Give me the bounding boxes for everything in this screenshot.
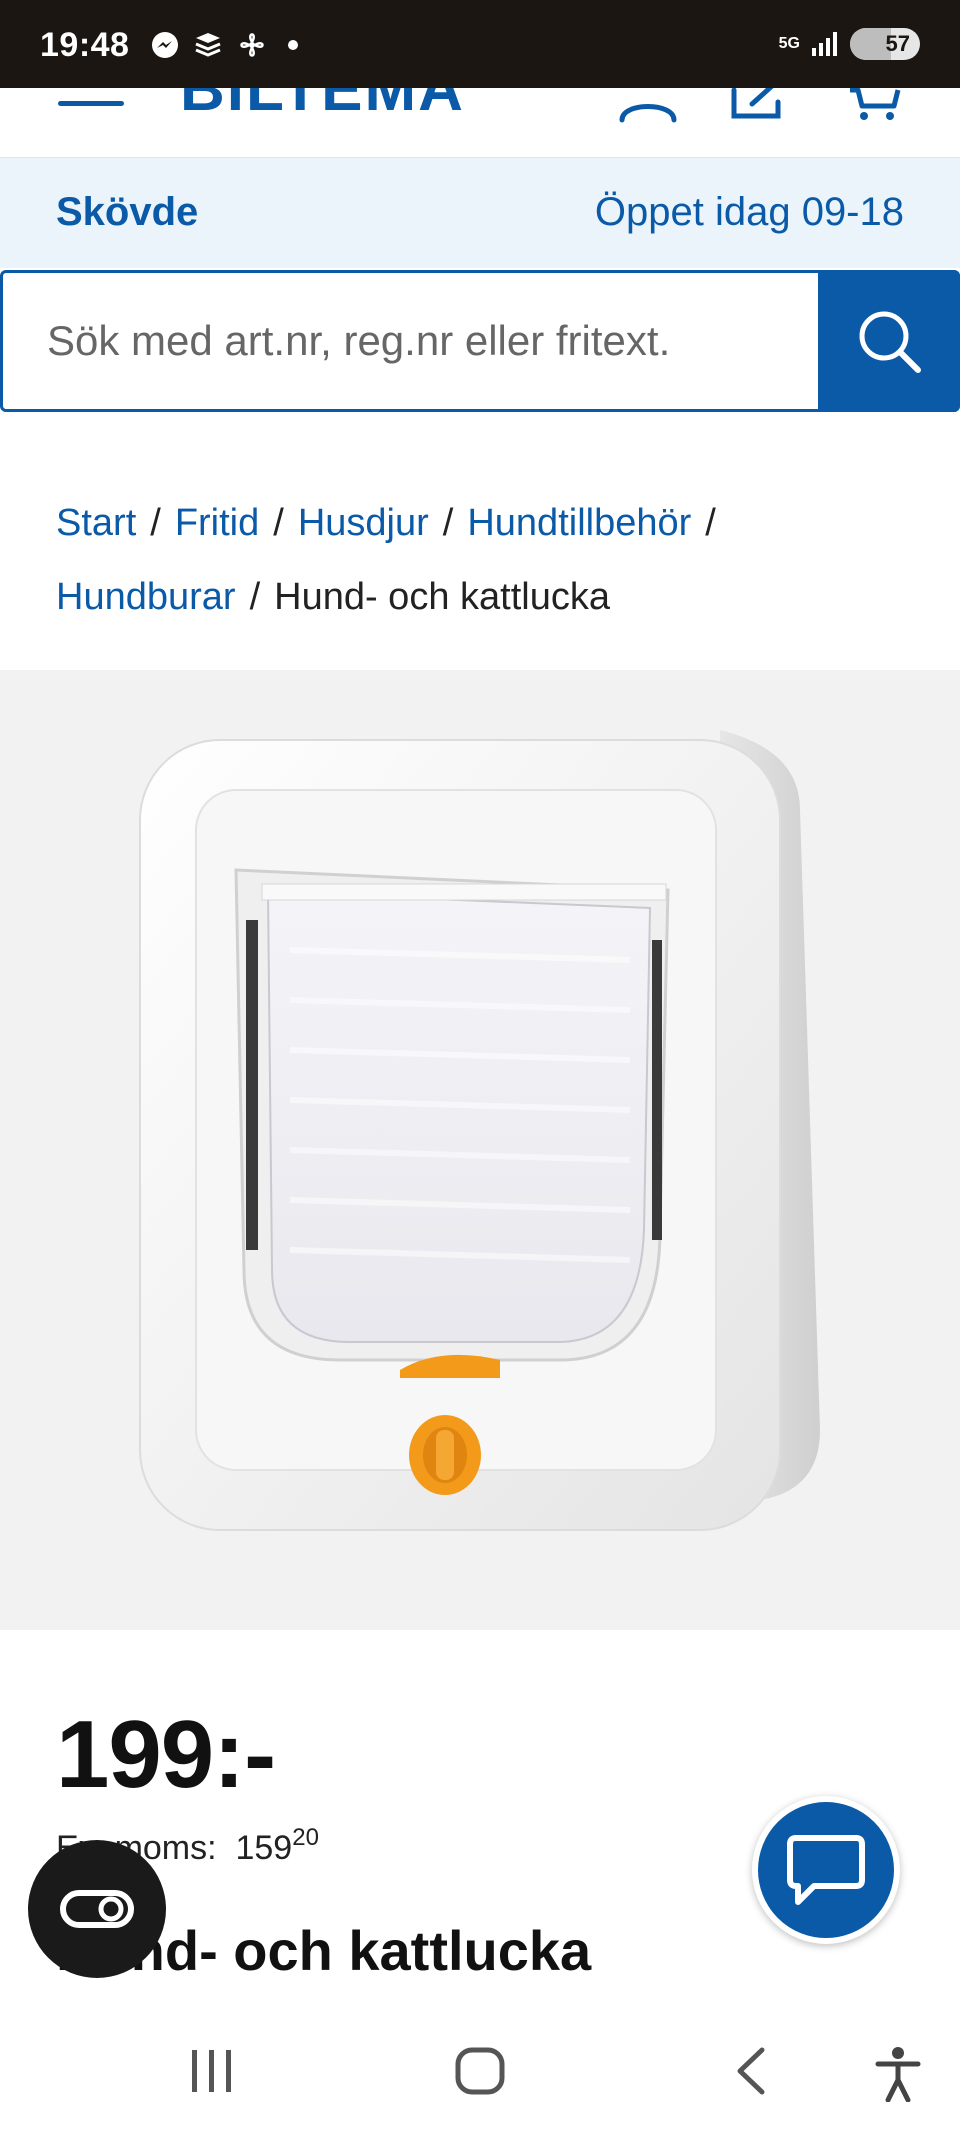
user-icon[interactable] xyxy=(616,88,680,124)
product-image[interactable] xyxy=(0,670,960,1630)
system-nav-bar xyxy=(0,2002,960,2140)
status-bar: 19:48 5G 57 xyxy=(0,0,960,88)
product-price: 199:- xyxy=(56,1701,276,1808)
ex-moms-cents: 20 xyxy=(292,1824,319,1851)
chat-icon xyxy=(787,1835,865,1905)
breadcrumb-item-husdjur[interactable]: Husdjur xyxy=(298,502,429,544)
cart-icon[interactable] xyxy=(846,88,906,124)
hamburger-icon[interactable] xyxy=(58,88,124,118)
accessibility-toggle-button[interactable] xyxy=(28,1840,166,1978)
breadcrumb-item-start[interactable]: Start xyxy=(56,502,136,544)
network-label: 5G xyxy=(778,35,800,52)
breadcrumb: Start / Fritid / Husdjur / Hundtillbehör / Hundb… xyxy=(56,486,916,634)
search-button[interactable] xyxy=(818,270,960,412)
signal-icon xyxy=(812,32,837,56)
breadcrumb-item-fritid[interactable]: Fritid xyxy=(175,502,259,544)
pet-door-image xyxy=(139,730,820,1531)
breadcrumb-item-hundburar[interactable]: Hundburar xyxy=(56,576,236,618)
breadcrumb-separator: / xyxy=(150,502,161,544)
breadcrumb-separator: / xyxy=(273,502,284,544)
breadcrumb-separator: / xyxy=(249,576,261,618)
store-name[interactable]: Skövde xyxy=(56,190,198,235)
stack-app-icon xyxy=(195,33,221,57)
status-right: 5G 57 xyxy=(779,28,920,60)
edit-list-icon[interactable] xyxy=(728,88,788,124)
breadcrumb-separator: / xyxy=(705,502,716,544)
notification-icons xyxy=(150,30,298,60)
fan-app-icon xyxy=(240,33,264,57)
breadcrumb-item-hundtillbehor[interactable]: Hundtillbehör xyxy=(467,502,691,544)
status-time: 19:48 xyxy=(40,26,130,64)
accessibility-toggle-icon xyxy=(60,1890,134,1928)
search-input[interactable] xyxy=(47,273,807,409)
battery-icon: 57 xyxy=(850,28,920,60)
breadcrumb-current: Hund- och kattlucka xyxy=(274,576,610,618)
battery-level: 57 xyxy=(885,31,910,56)
messenger-icon xyxy=(152,32,178,58)
back-icon[interactable] xyxy=(732,2046,768,2096)
site-header: BILTEMA xyxy=(0,88,960,158)
ex-moms-value: 159 xyxy=(235,1829,293,1867)
store-hours: Öppet idag 09-18 xyxy=(594,190,904,234)
home-icon[interactable] xyxy=(454,2046,506,2096)
recent-apps-icon[interactable] xyxy=(188,2046,236,2096)
accessibility-icon[interactable] xyxy=(874,2046,922,2102)
site-logo[interactable]: BILTEMA xyxy=(180,88,465,125)
more-notifications-dot xyxy=(288,40,298,50)
breadcrumb-separator: / xyxy=(442,502,454,544)
chat-button[interactable] xyxy=(752,1796,900,1944)
search-icon xyxy=(859,311,921,373)
search-bar xyxy=(0,270,960,412)
store-bar[interactable]: Skövde Öppet idag 09-18 xyxy=(0,158,960,268)
